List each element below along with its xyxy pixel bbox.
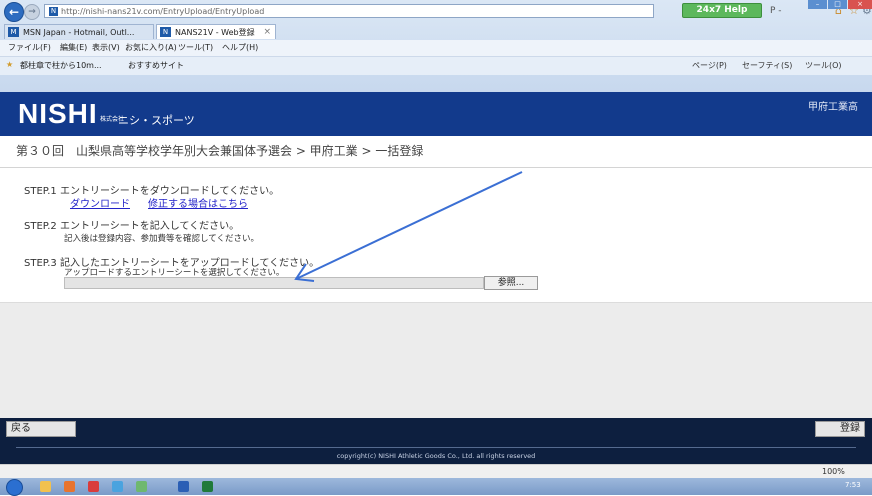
minimize-icon[interactable]: – — [808, 0, 827, 9]
taskbar — [0, 478, 872, 495]
menu-tools[interactable]: ツール(T) — [178, 42, 213, 53]
register-button[interactable]: 登録 — [815, 421, 865, 437]
address-bar[interactable]: Nhttp://nishi-nans21v.com/EntryUpload/En… — [44, 4, 654, 18]
window-controls: – □ × — [808, 0, 872, 10]
tab-strip: M MSN Japan - Hotmail, Outl... N NANS21V -… — [0, 22, 872, 40]
app-icon[interactable] — [136, 481, 147, 492]
footer-divider — [16, 447, 856, 448]
word-icon[interactable] — [178, 481, 189, 492]
favorite-item[interactable]: 都柱章で柱から10m... — [20, 60, 102, 71]
clock: 7:53 — [845, 481, 861, 489]
browse-button[interactable]: 参照... — [484, 276, 538, 290]
forward-arrow-icon[interactable]: → — [24, 4, 40, 20]
menu-file[interactable]: ファイル(F) — [8, 42, 51, 53]
start-button-icon[interactable] — [6, 479, 23, 496]
nans-icon: N — [160, 27, 171, 37]
file-path-input[interactable] — [64, 277, 484, 289]
tab-nans21v[interactable]: N NANS21V - Web登録 × — [156, 24, 276, 39]
tab-close-icon[interactable]: × — [263, 25, 271, 39]
maximize-icon[interactable]: □ — [828, 0, 847, 9]
ie-icon[interactable] — [112, 481, 123, 492]
msn-icon: M — [8, 27, 19, 37]
content-background — [0, 302, 872, 419]
back-button[interactable]: 戻る — [6, 421, 76, 437]
tab-label: MSN Japan - Hotmail, Outl... — [23, 28, 135, 37]
media-icon[interactable] — [64, 481, 75, 492]
school-name: 甲府工業高 — [808, 102, 858, 113]
zoom-level[interactable]: 100% — [822, 467, 845, 476]
command-page[interactable]: ページ(P) — [692, 60, 727, 71]
logo-subtitle: ニシ・スポーツ — [118, 114, 195, 127]
help-badge[interactable]: 24x7 Help — [682, 3, 762, 18]
copyright-text: copyright(c) NISHI Athletic Goods Co., L… — [336, 452, 536, 460]
excel-icon[interactable] — [202, 481, 213, 492]
explorer-icon[interactable] — [40, 481, 51, 492]
menu-help[interactable]: ヘルプ(H) — [222, 42, 258, 53]
menu-edit[interactable]: 編集(E) — [60, 42, 87, 53]
menu-favorites[interactable]: お気に入り(A) — [125, 42, 177, 53]
favorite-item[interactable]: おすすめサイト — [128, 60, 184, 71]
tab-msn[interactable]: M MSN Japan - Hotmail, Outl... — [4, 24, 154, 39]
divider — [0, 167, 872, 168]
fix-link[interactable]: 修正する場合はこちら — [148, 195, 248, 210]
site-favicon-icon: N — [49, 7, 58, 16]
tab-label: NANS21V - Web登録 — [175, 28, 255, 37]
chrome-icon[interactable] — [88, 481, 99, 492]
favorites-star-icon[interactable]: ★ — [6, 60, 13, 69]
command-safety[interactable]: セーフティ(S) — [742, 60, 792, 71]
step2-note: 記入後は登録内容、参加費等を確認してください。 — [64, 234, 259, 244]
menu-bar: ファイル(F) 編集(E) 表示(V) お気に入り(A) ツール(T) ヘルプ(… — [0, 40, 872, 56]
download-link[interactable]: ダウンロード — [70, 195, 130, 210]
back-arrow-icon[interactable]: ← — [4, 2, 24, 22]
address-url: http://nishi-nans21v.com/EntryUpload/Ent… — [61, 7, 265, 16]
step2-label: STEP.2 エントリーシートを記入してください。 — [24, 221, 240, 232]
close-icon[interactable]: × — [848, 0, 872, 9]
favorites-bar: ★ 都柱章で柱から10m... おすすめサイト ページ(P) セーフティ(S) … — [0, 56, 872, 75]
command-tools[interactable]: ツール(O) — [805, 60, 842, 71]
breadcrumb: 第３０回 山梨県高等学校学年別大会兼国体予選会 > 甲府工業 > 一括登録 — [16, 144, 424, 158]
address-row: ← → Nhttp://nishi-nans21v.com/EntryUploa… — [0, 0, 872, 22]
site-logo: NISHI — [18, 98, 98, 129]
menu-view[interactable]: 表示(V) — [92, 42, 120, 53]
status-bar — [0, 464, 872, 479]
